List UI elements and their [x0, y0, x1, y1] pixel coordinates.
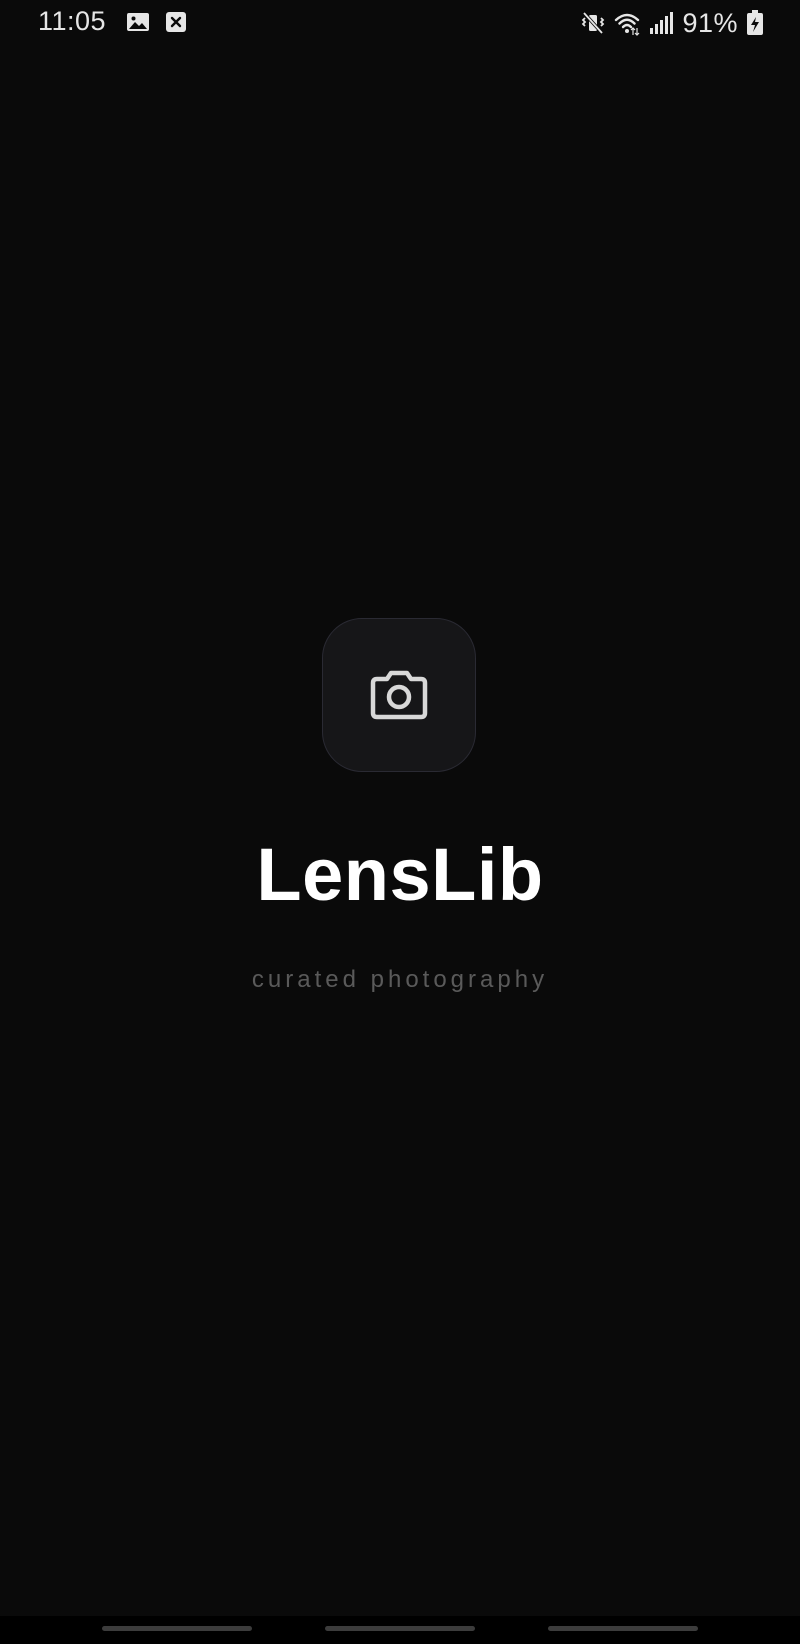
app-title: LensLib: [256, 833, 544, 916]
battery-percent: 91%: [682, 7, 738, 38]
nav-back-handle[interactable]: [548, 1626, 698, 1631]
nav-recents-handle[interactable]: [102, 1626, 252, 1631]
nav-home-handle[interactable]: [325, 1626, 475, 1631]
camera-icon: [370, 670, 428, 720]
cell-signal-icon: [648, 10, 674, 36]
bottom-navigation-bar: [0, 1616, 800, 1644]
status-bar: 11:05 91%: [0, 0, 800, 48]
status-right-cluster: 91%: [580, 6, 764, 40]
app-tagline: curated photography: [251, 966, 549, 993]
wifi-icon: [614, 10, 640, 36]
status-time: 11:05: [38, 6, 107, 36]
battery-charging-icon: [746, 10, 764, 36]
vibrate-mute-icon: [580, 10, 606, 36]
close-box-notification-icon: [164, 10, 188, 34]
app-icon-tile: [322, 618, 476, 772]
gallery-notification-icon: [126, 10, 150, 34]
